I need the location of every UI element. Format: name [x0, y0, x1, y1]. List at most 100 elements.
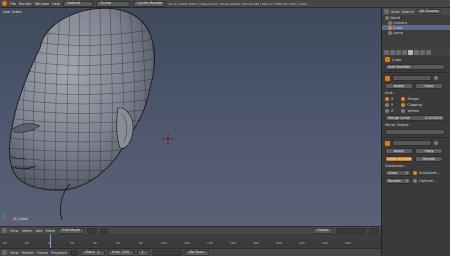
- scene-tab-icon[interactable]: [390, 49, 395, 55]
- editor-type-icon[interactable]: [384, 9, 389, 14]
- render-engine-selector[interactable]: Cycles Render: [133, 0, 166, 7]
- mirror-copy-button[interactable]: Copy: [415, 83, 443, 89]
- subdivide-uvs-label: Subdivide...: [419, 171, 441, 175]
- layer-buttons[interactable]: [336, 227, 366, 234]
- viewport-header: View Select Add Mesh Edit Mode Global: [0, 226, 381, 234]
- menu-add[interactable]: Add: [36, 229, 43, 233]
- merge-limit-label: Merge Limit:: [388, 116, 411, 120]
- timeline-menu-view[interactable]: View: [10, 251, 19, 255]
- object-icon: [385, 57, 390, 62]
- timeline-tick: 100: [161, 241, 167, 245]
- subsurf-modifier-header[interactable]: [382, 139, 450, 147]
- current-frame-field[interactable]: 1: [137, 249, 150, 256]
- object-tab-icon[interactable]: [402, 49, 407, 55]
- head-mesh: [9, 8, 155, 221]
- outliner[interactable]: View Search All Scenes World Camera Cube…: [381, 8, 450, 48]
- vertex-groups-checkbox[interactable]: [401, 109, 406, 113]
- properties-editor[interactable]: Cube Add Modifier Apply Copy Axis: X Mer…: [381, 48, 450, 256]
- timeline-tick: 140: [207, 241, 213, 245]
- timeline-tick: 40: [93, 241, 97, 245]
- editor-type-icon[interactable]: [2, 250, 7, 255]
- end-frame-field[interactable]: End: 250: [108, 249, 135, 256]
- keying-toggle[interactable]: [70, 249, 79, 256]
- visibility-icon[interactable]: [434, 141, 438, 145]
- clipping-checkbox[interactable]: [401, 103, 406, 107]
- timeline-editor[interactable]: -40 -20 0 20 40 60 80 100 120 140 160 18…: [0, 234, 381, 248]
- modifier-tab-icon[interactable]: [408, 49, 413, 55]
- timeline-tick: 220: [299, 241, 305, 245]
- outliner-item-label: Lamp: [393, 30, 403, 35]
- material-tab-icon[interactable]: [420, 49, 425, 55]
- render-subdivisions-label: Render:: [388, 179, 402, 183]
- editor-type-icon[interactable]: [2, 228, 7, 233]
- timeline-tick: 160: [230, 241, 236, 245]
- axis-x-checkbox[interactable]: [385, 97, 389, 101]
- layout-selector[interactable]: Default: [63, 0, 94, 7]
- timeline-tick: 240: [322, 241, 328, 245]
- menu-mesh[interactable]: Mesh: [46, 229, 55, 233]
- timeline-tick: -40: [2, 241, 7, 245]
- shading-selector[interactable]: [87, 227, 98, 234]
- menu-window[interactable]: Window: [35, 2, 49, 6]
- subsurf-modifier-name[interactable]: [392, 140, 432, 146]
- render-subdivisions-field[interactable]: Render: 2: [385, 178, 411, 184]
- sync-selector[interactable]: No Sync: [185, 249, 210, 256]
- subdivide-uvs-checkbox[interactable]: [413, 171, 417, 175]
- lamp-icon: [388, 30, 392, 35]
- simple-button[interactable]: Simple: [415, 156, 443, 162]
- current-frame-line[interactable]: [50, 234, 51, 248]
- merge-label: Merge: [407, 97, 419, 101]
- pivot-selector[interactable]: [100, 227, 109, 234]
- playback-controls[interactable]: [152, 249, 183, 256]
- outliner-item-label: Cube: [393, 25, 403, 30]
- axis-y-label: Y: [391, 103, 394, 107]
- current-frame-value: 1: [141, 250, 144, 254]
- timeline-menu-marker[interactable]: Marker: [22, 251, 34, 255]
- axis-y-checkbox[interactable]: [385, 103, 389, 107]
- merge-checkbox[interactable]: [401, 97, 406, 101]
- snap-toggle[interactable]: [369, 227, 379, 234]
- subsurf-copy-button[interactable]: Copy: [415, 148, 443, 154]
- catmull-clark-button[interactable]: Catmull-Clark: [385, 156, 413, 162]
- start-frame-field[interactable]: Start: 1: [81, 249, 106, 256]
- outliner-item-lamp[interactable]: Lamp: [382, 30, 450, 35]
- visibility-icon[interactable]: [434, 76, 438, 80]
- mirror-modifier-name[interactable]: [392, 75, 432, 81]
- mirror-object-field[interactable]: [385, 129, 445, 135]
- timeline-menu-playback[interactable]: Playback: [51, 251, 67, 255]
- axis-label: Axis:: [385, 91, 394, 95]
- mirror-apply-button[interactable]: Apply: [385, 83, 413, 89]
- 3d-cursor-icon[interactable]: [162, 133, 174, 145]
- mode-name: Edit Mode: [62, 228, 80, 232]
- menu-render[interactable]: Render: [19, 2, 32, 6]
- view-subdivisions-field[interactable]: View: 1: [385, 170, 411, 176]
- menu-help[interactable]: Help: [52, 2, 60, 6]
- add-modifier-dropdown[interactable]: Add Modifier: [385, 64, 445, 70]
- optimal-display-checkbox[interactable]: [413, 179, 417, 183]
- scene-selector[interactable]: Scene: [96, 0, 131, 7]
- blender-logo-icon[interactable]: [2, 1, 7, 6]
- timeline-tick: 60: [116, 241, 120, 245]
- axis-z-checkbox[interactable]: [385, 109, 389, 113]
- menu-file[interactable]: File: [10, 2, 16, 6]
- outliner-display-selector[interactable]: All Scenes: [415, 9, 443, 14]
- data-tab-icon[interactable]: [414, 49, 419, 55]
- subsurf-apply-button[interactable]: Apply: [385, 148, 413, 154]
- timeline-menu-frame[interactable]: Frame: [37, 251, 48, 255]
- world-tab-icon[interactable]: [396, 49, 401, 55]
- outliner-view-menu[interactable]: View: [391, 10, 400, 14]
- render-subdivisions-value: 2: [405, 179, 408, 183]
- mirror-modifier-header[interactable]: [382, 74, 450, 82]
- 3d-viewport[interactable]: User Ortho (1) Cube: [0, 8, 381, 226]
- texture-tab-icon[interactable]: [426, 49, 431, 55]
- subdivisions-label: Subdivisio...: [385, 164, 407, 168]
- menu-select[interactable]: Select: [22, 229, 33, 233]
- transform-orientation-selector[interactable]: Global: [313, 227, 333, 234]
- divider: [382, 72, 450, 73]
- merge-limit-field[interactable]: Merge Limit: 0.001000: [385, 115, 445, 121]
- render-tab-icon[interactable]: [384, 49, 389, 55]
- menu-view[interactable]: View: [10, 229, 19, 233]
- outliner-item-label: World: [390, 15, 401, 20]
- outliner-search-menu[interactable]: Search: [402, 10, 414, 14]
- mode-selector[interactable]: Edit Mode: [58, 227, 85, 234]
